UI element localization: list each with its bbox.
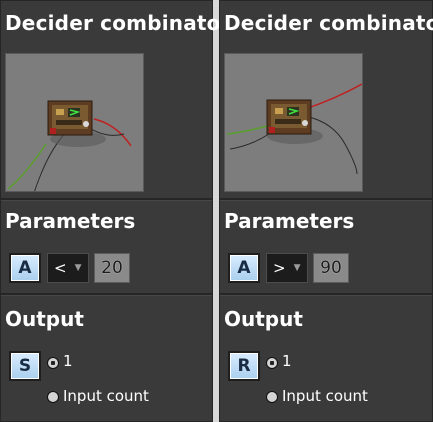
first-signal-button[interactable]: A: [228, 253, 260, 283]
panel-title: Decider combinator: [224, 11, 433, 35]
comparator-value: <: [54, 259, 67, 277]
chevron-down-icon: ▼: [74, 263, 82, 273]
section-separator: [220, 198, 432, 201]
comparator-dropdown[interactable]: > ▼: [266, 253, 308, 283]
output-heading: Output: [224, 307, 303, 331]
decider-combinator-icon: [225, 54, 362, 191]
section-separator: [1, 198, 212, 201]
comparator-value: >: [273, 259, 286, 277]
section-separator: [1, 293, 212, 296]
output-one-label: 1: [63, 352, 73, 370]
decider-combinator-icon: [6, 54, 143, 191]
constant-field[interactable]: 90: [313, 253, 349, 283]
parameters-heading: Parameters: [224, 209, 355, 233]
combinator-panel-right: Decider combinator Parameters A > ▼ 90 O…: [219, 0, 433, 422]
entity-preview: [224, 53, 363, 192]
chevron-down-icon: ▼: [293, 263, 301, 273]
input-count-radio[interactable]: [47, 391, 59, 403]
section-separator: [220, 293, 432, 296]
input-count-label: Input count: [63, 387, 149, 405]
constant-field[interactable]: 20: [94, 253, 130, 283]
first-signal-button[interactable]: A: [9, 253, 41, 283]
output-signal-button[interactable]: S: [9, 351, 41, 381]
output-one-radio[interactable]: [47, 357, 59, 369]
entity-preview: [5, 53, 144, 192]
output-one-radio[interactable]: [266, 357, 278, 369]
parameters-heading: Parameters: [5, 209, 136, 233]
input-count-label: Input count: [282, 387, 368, 405]
output-one-label: 1: [282, 352, 292, 370]
output-heading: Output: [5, 307, 84, 331]
comparator-dropdown[interactable]: < ▼: [47, 253, 89, 283]
panel-title: Decider combinator: [5, 11, 231, 35]
output-signal-button[interactable]: R: [228, 351, 260, 381]
input-count-radio[interactable]: [266, 391, 278, 403]
combinator-panel-left: Decider combinator Parameters A < ▼ 20 O…: [0, 0, 231, 422]
